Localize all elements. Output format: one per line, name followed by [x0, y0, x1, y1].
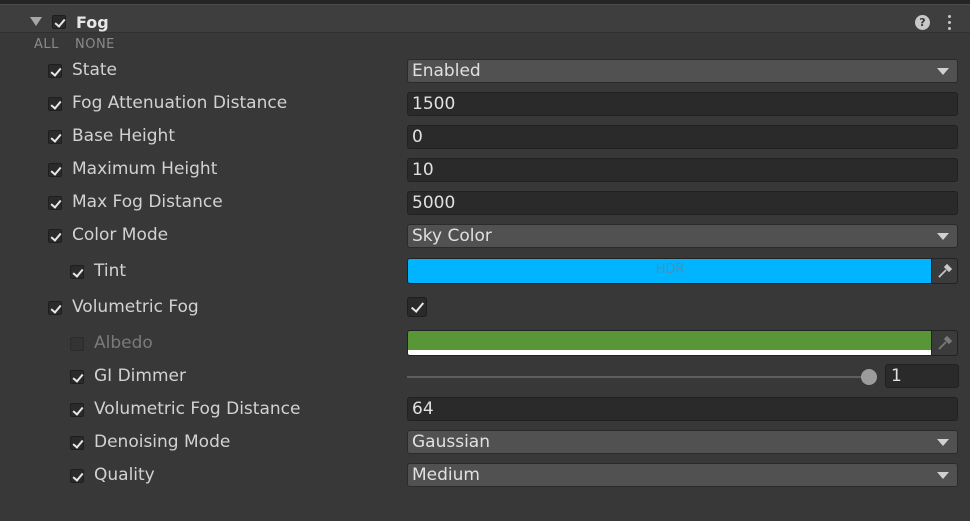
state-override-checkbox[interactable] [48, 64, 62, 78]
max-distance-label: Max Fog Distance [72, 192, 223, 212]
gi-dimmer-slider-track[interactable] [407, 376, 869, 378]
component-enable-checkbox[interactable] [52, 15, 66, 29]
base-height-input[interactable]: 0 [407, 125, 958, 149]
max-distance-input[interactable]: 5000 [407, 191, 958, 215]
quality-value: Medium [412, 465, 480, 485]
quality-dropdown[interactable]: Medium [407, 463, 958, 487]
chevron-down-icon [937, 472, 949, 479]
chevron-down-icon [937, 68, 949, 75]
attenuation-input[interactable]: 1500 [407, 92, 958, 116]
gi-dimmer-slider-thumb[interactable] [861, 369, 877, 385]
hdr-label: HDR [655, 262, 685, 277]
albedo-override-checkbox[interactable] [70, 337, 84, 351]
kebab-menu-icon[interactable] [944, 15, 954, 31]
gi-dimmer-input[interactable]: 1 [885, 364, 959, 388]
albedo-label: Albedo [94, 333, 153, 353]
volumetric-override-checkbox[interactable] [48, 301, 62, 315]
color-mode-override-checkbox[interactable] [48, 229, 62, 243]
chevron-down-icon [937, 439, 949, 446]
help-icon[interactable]: ? [915, 15, 930, 30]
tint-color-field[interactable]: HDR [407, 258, 958, 284]
none-button[interactable]: NONE [75, 37, 115, 52]
state-dropdown[interactable]: Enabled [407, 59, 958, 83]
all-button[interactable]: ALL [34, 37, 59, 52]
max-height-input[interactable]: 10 [407, 158, 958, 182]
vol-distance-input[interactable]: 64 [407, 397, 958, 421]
max-distance-override-checkbox[interactable] [48, 196, 62, 210]
color-mode-label: Color Mode [72, 225, 169, 245]
volumetric-toggle[interactable] [407, 297, 427, 317]
chevron-down-icon [937, 233, 949, 240]
denoising-value: Gaussian [412, 432, 490, 452]
base-height-label: Base Height [72, 126, 175, 146]
eyedropper-icon[interactable] [931, 331, 957, 355]
denoising-override-checkbox[interactable] [70, 436, 84, 450]
gi-dimmer-label: GI Dimmer [94, 366, 186, 386]
foldout-triangle-icon[interactable] [30, 17, 42, 26]
albedo-color-field[interactable] [407, 330, 958, 356]
volumetric-label: Volumetric Fog [72, 297, 199, 317]
tint-label: Tint [94, 261, 127, 281]
base-height-override-checkbox[interactable] [48, 130, 62, 144]
state-value: Enabled [412, 61, 481, 81]
component-title: Fog [76, 13, 109, 32]
albedo-alpha-bar [408, 350, 932, 355]
attenuation-label: Fog Attenuation Distance [72, 93, 288, 113]
component-header[interactable]: Fog ? [0, 5, 970, 33]
color-mode-value: Sky Color [412, 226, 492, 246]
state-label: State [72, 60, 117, 80]
denoising-label: Denoising Mode [94, 432, 231, 452]
denoising-dropdown[interactable]: Gaussian [407, 430, 958, 454]
color-mode-dropdown[interactable]: Sky Color [407, 224, 958, 248]
vol-distance-override-checkbox[interactable] [70, 403, 84, 417]
quality-override-checkbox[interactable] [70, 469, 84, 483]
vol-distance-label: Volumetric Fog Distance [94, 399, 301, 419]
max-height-label: Maximum Height [72, 159, 218, 179]
attenuation-override-checkbox[interactable] [48, 97, 62, 111]
eyedropper-icon[interactable] [931, 259, 957, 283]
gi-dimmer-override-checkbox[interactable] [70, 370, 84, 384]
quality-label: Quality [94, 465, 155, 485]
max-height-override-checkbox[interactable] [48, 163, 62, 177]
tint-override-checkbox[interactable] [70, 265, 84, 279]
